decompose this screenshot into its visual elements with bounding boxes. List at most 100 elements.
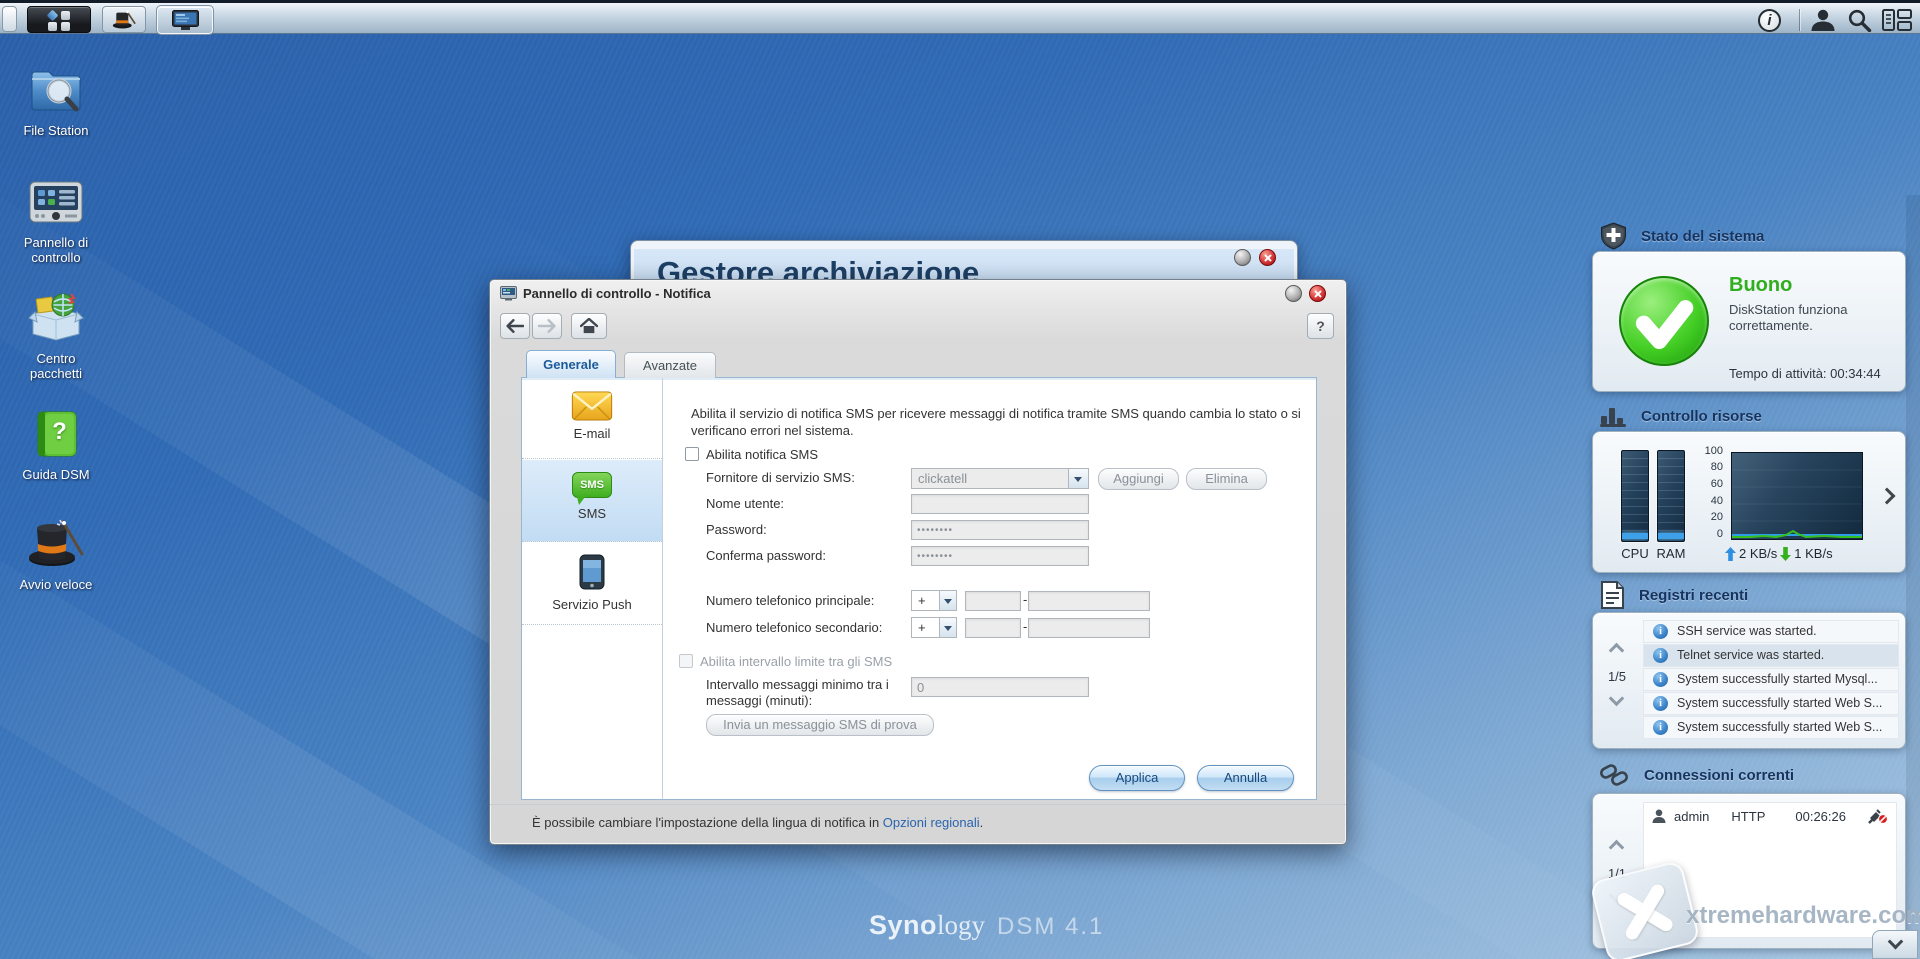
interval-limit-checkbox[interactable] [679,654,693,668]
desktop-icon-dsm-help[interactable]: ? Guida DSM [4,410,108,482]
secondary-country-code-select[interactable]: + [911,617,957,638]
page-indicator: 1/1 [1593,866,1641,881]
sidebar-item-push[interactable]: Servizio Push [522,543,662,625]
connection-user: admin [1674,809,1709,824]
dropdown-button[interactable] [939,618,956,637]
recent-logs-header: Registri recenti [1600,581,1748,609]
provider-select[interactable]: clickatell [911,468,1089,489]
show-desktop-button[interactable] [2,6,17,32]
secondary-phone-label: Numero telefonico secondario: [706,620,882,635]
send-test-sms-button[interactable]: Invia un messaggio SMS di prova [706,714,934,736]
regional-options-link[interactable]: Opzioni regionali [883,815,980,830]
widget-title: Stato del sistema [1641,228,1764,245]
primary-phone-area-input[interactable] [965,591,1021,611]
tab-avanzate[interactable]: Avanzate [624,352,716,378]
download-arrow-icon [1780,547,1791,561]
phone-separator: - [1023,592,1027,607]
quick-start-task-button[interactable] [102,6,146,33]
footer-text: È possibile cambiare l'impostazione dell… [532,815,883,830]
dialog-content: E-mail SMS SMS [521,377,1317,800]
info-icon: i [1653,672,1668,687]
info-icon: i [1653,624,1668,639]
log-row[interactable]: iSystem successfully started Web S... [1643,692,1899,715]
primary-country-code-select[interactable]: + [911,590,957,611]
widget-panel-collapse-button[interactable] [1872,930,1918,959]
username-input[interactable] [911,494,1089,514]
pilot-view-button[interactable] [1882,8,1912,32]
connection-row[interactable]: admin HTTP 00:26:26 [1644,803,1896,829]
health-info-button[interactable]: i [1758,8,1781,32]
log-row[interactable]: iTelnet service was started. [1643,644,1899,667]
chevron-down-icon [1887,934,1903,950]
user-icon [1810,8,1836,32]
desktop-icon-package-center[interactable]: Centro pacchetti [4,292,108,381]
minimize-button[interactable] [1285,285,1302,302]
username-label: Nome utente: [706,496,784,511]
desktop-icon-file-station[interactable]: File Station [4,66,108,138]
desktop-icon-label: Centro pacchetti [4,351,108,381]
phone-separator: - [1023,619,1027,634]
enable-sms-checkbox[interactable] [685,447,699,461]
dropdown-button[interactable] [939,591,956,610]
log-row[interactable]: iSSH service was started. [1643,620,1899,643]
info-icon: i [1758,9,1781,32]
system-status-value: Buono [1729,274,1792,297]
magic-hat-icon [27,518,85,568]
cancel-button[interactable]: Annulla [1197,765,1294,791]
chevron-down-icon [944,599,952,608]
upload-arrow-icon [1725,547,1736,561]
info-icon: i [1653,720,1668,735]
page-down-chevron[interactable] [1609,888,1625,904]
add-provider-button[interactable]: Aggiungi [1098,468,1179,490]
sidebar-item-email[interactable]: E-mail [522,378,662,459]
desktop-icon-quick-start[interactable]: Avvio veloce [4,518,108,592]
home-button[interactable] [571,313,607,339]
minimize-button[interactable] [1234,249,1251,266]
close-button[interactable] [1259,249,1276,266]
axis-tick: 20 [1695,511,1723,523]
main-menu-button[interactable] [27,6,91,33]
desktop-icon-label: File Station [4,123,108,138]
status-ok-icon [1619,276,1709,366]
page-up-chevron[interactable] [1609,643,1625,659]
cpu-usage-bar [1621,450,1649,542]
page-down-chevron[interactable] [1609,691,1625,707]
search-icon [1847,8,1872,32]
sidebar-item-label: Servizio Push [522,597,662,612]
sidebar-item-label: SMS [522,506,662,521]
secondary-phone-area-input[interactable] [965,618,1021,638]
tab-generale[interactable]: Generale [526,350,616,378]
system-status-header: Stato del sistema [1600,222,1764,250]
forward-button[interactable] [532,313,562,339]
axis-tick: 80 [1695,461,1723,473]
brand-serif: logy [937,910,985,940]
log-row[interactable]: iSystem successfully started Mysql... [1643,668,1899,691]
info-icon: i [1653,696,1668,711]
search-button[interactable] [1847,8,1872,32]
back-button[interactable] [500,313,530,339]
control-panel-task-button[interactable] [157,6,213,34]
page-up-chevron[interactable] [1609,840,1625,856]
password-input[interactable]: •••••••• [911,520,1089,540]
close-button[interactable] [1309,285,1326,302]
desktop-icon-label: Pannello di controllo [4,235,108,265]
monitor-icon [158,7,212,33]
delete-provider-button[interactable]: Elimina [1186,468,1267,490]
info-icon: i [1653,648,1668,663]
primary-phone-number-input[interactable] [1028,591,1150,611]
interval-input[interactable]: 0 [911,677,1089,697]
apply-button[interactable]: Applica [1089,765,1185,791]
confirm-password-input[interactable]: •••••••• [911,546,1089,566]
dropdown-button[interactable] [1068,469,1088,488]
disconnect-icon[interactable] [1868,808,1888,824]
log-row[interactable]: iSystem successfully started Web S... [1643,716,1899,739]
email-icon [571,391,613,421]
logs-pagination: 1/5 [1593,613,1641,748]
user-menu-button[interactable] [1810,8,1836,32]
footer-text-suffix: . [980,815,984,830]
sidebar-item-sms[interactable]: SMS SMS [522,460,662,542]
desktop-icon-control-panel[interactable]: Pannello di controllo [4,178,108,265]
secondary-phone-number-input[interactable] [1028,618,1150,638]
next-page-chevron[interactable] [1879,488,1896,505]
help-button[interactable]: ? [1307,313,1334,339]
